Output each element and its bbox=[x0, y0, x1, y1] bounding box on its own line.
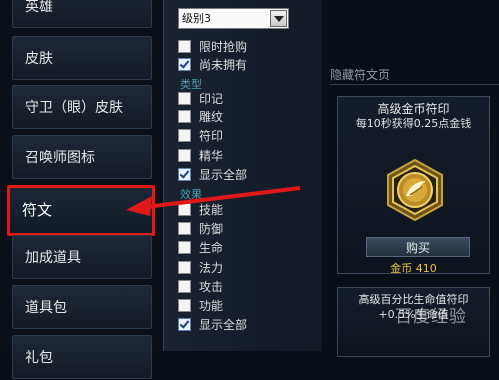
watermark: 百度经验 bbox=[395, 307, 467, 327]
red-arrow-annotation bbox=[126, 186, 301, 216]
